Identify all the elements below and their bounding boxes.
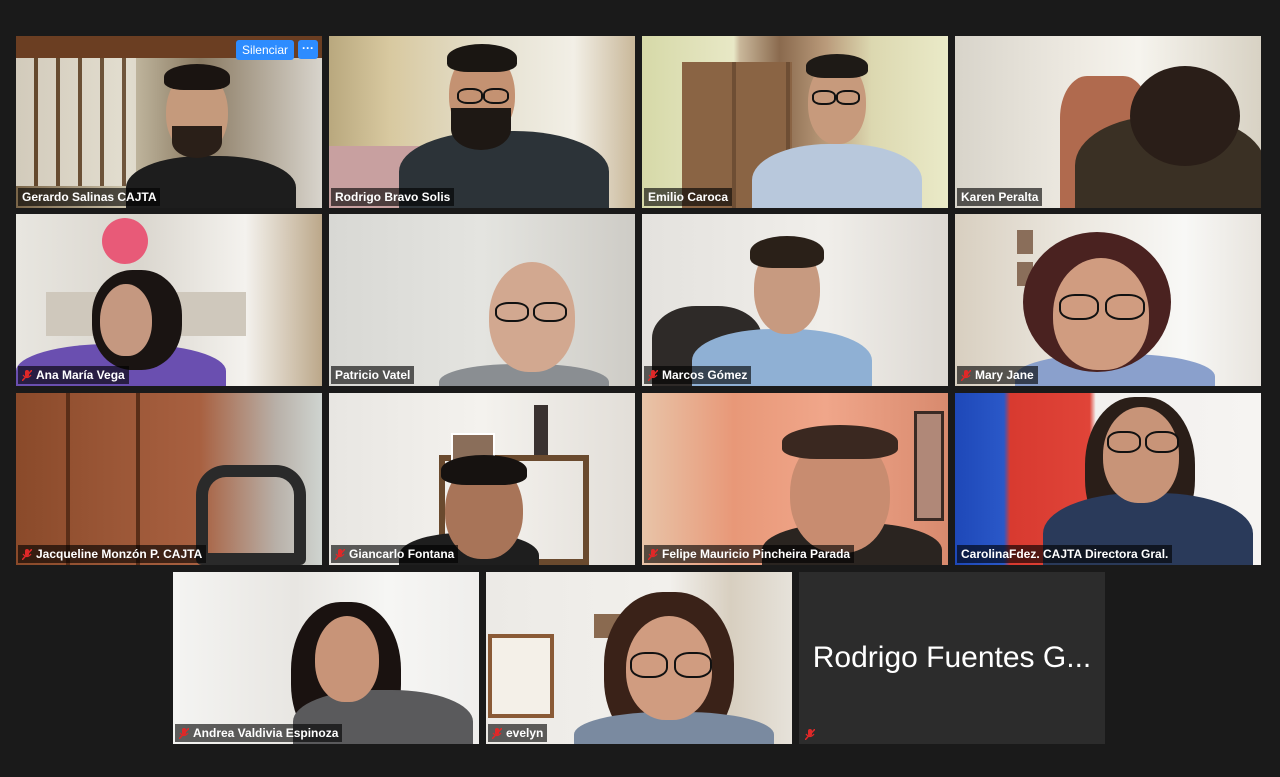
participant-name-label: Felipe Mauricio Pincheira Parada (644, 545, 855, 563)
video-tile-ana-maria[interactable]: Ana María Vega (16, 214, 322, 386)
participant-name-label: Jacqueline Monzón P. CAJTA (18, 545, 207, 563)
muted-mic-icon (961, 369, 971, 381)
participant-name-label: Giancarlo Fontana (331, 545, 459, 563)
participant-name-label: CarolinaFdez. CAJTA Directora Gral. (957, 545, 1173, 563)
muted-mic-icon (805, 729, 815, 740)
participant-body (752, 144, 922, 208)
mute-button[interactable]: Silenciar (235, 40, 294, 60)
participant-name-display: Rodrigo Fuentes G... (812, 641, 1092, 674)
participant-face (100, 284, 152, 356)
video-tile-mary-jane[interactable]: Mary Jane (955, 214, 1261, 386)
muted-mic-icon (22, 369, 32, 381)
video-tile-karen[interactable]: Karen Peralta (955, 36, 1261, 208)
video-tile-felipe[interactable]: Felipe Mauricio Pincheira Parada (642, 393, 948, 565)
video-background (329, 214, 635, 386)
participant-name-label: Andrea Valdivia Espinoza (175, 724, 343, 742)
participant-face (1103, 407, 1179, 503)
video-tile-rodrigo-fuentes[interactable]: Rodrigo Fuentes G... (799, 572, 1105, 744)
muted-mic-icon (648, 548, 658, 560)
participant-name-label: Ana María Vega (18, 366, 129, 384)
participant-name-label: Karen Peralta (957, 188, 1043, 206)
video-tile-carolina[interactable]: CarolinaFdez. CAJTA Directora Gral. (955, 393, 1261, 565)
participant-name-label: Rodrigo Bravo Solis (331, 188, 455, 206)
video-tile-marcos[interactable]: Marcos Gómez (642, 214, 948, 386)
muted-mic-icon (179, 727, 189, 739)
muted-mic-icon (648, 369, 658, 381)
video-tile-evelyn[interactable]: evelyn (486, 572, 792, 744)
video-tile-jacqueline[interactable]: Jacqueline Monzón P. CAJTA (16, 393, 322, 565)
muted-mic-icon (492, 727, 502, 739)
video-tile-andrea[interactable]: Andrea Valdivia Espinoza (173, 572, 479, 744)
participant-name-label: evelyn (488, 724, 548, 742)
participant-name-label: Patricio Vatel (331, 366, 415, 384)
participant-mute-status (801, 727, 819, 742)
muted-mic-icon (335, 548, 345, 560)
video-tile-rodrigo-bravo[interactable]: Rodrigo Bravo Solis (329, 36, 635, 208)
more-options-button[interactable]: ··· (298, 40, 318, 59)
participant-name-label: Emilio Caroca (644, 188, 733, 206)
participant-name-label: Gerardo Salinas CAJTA (18, 188, 161, 206)
muted-mic-icon (22, 548, 32, 560)
participant-name-label: Marcos Gómez (644, 366, 752, 384)
participant-name-label: Mary Jane (957, 366, 1038, 384)
participant-face (1130, 66, 1240, 166)
video-tile-patricio[interactable]: Patricio Vatel (329, 214, 635, 386)
video-tile-giancarlo[interactable]: Giancarlo Fontana (329, 393, 635, 565)
video-tile-gerardo[interactable]: Silenciar ··· Gerardo Salinas CAJTA (16, 36, 322, 208)
video-tile-emilio[interactable]: Emilio Caroca (642, 36, 948, 208)
participant-face (315, 616, 379, 702)
